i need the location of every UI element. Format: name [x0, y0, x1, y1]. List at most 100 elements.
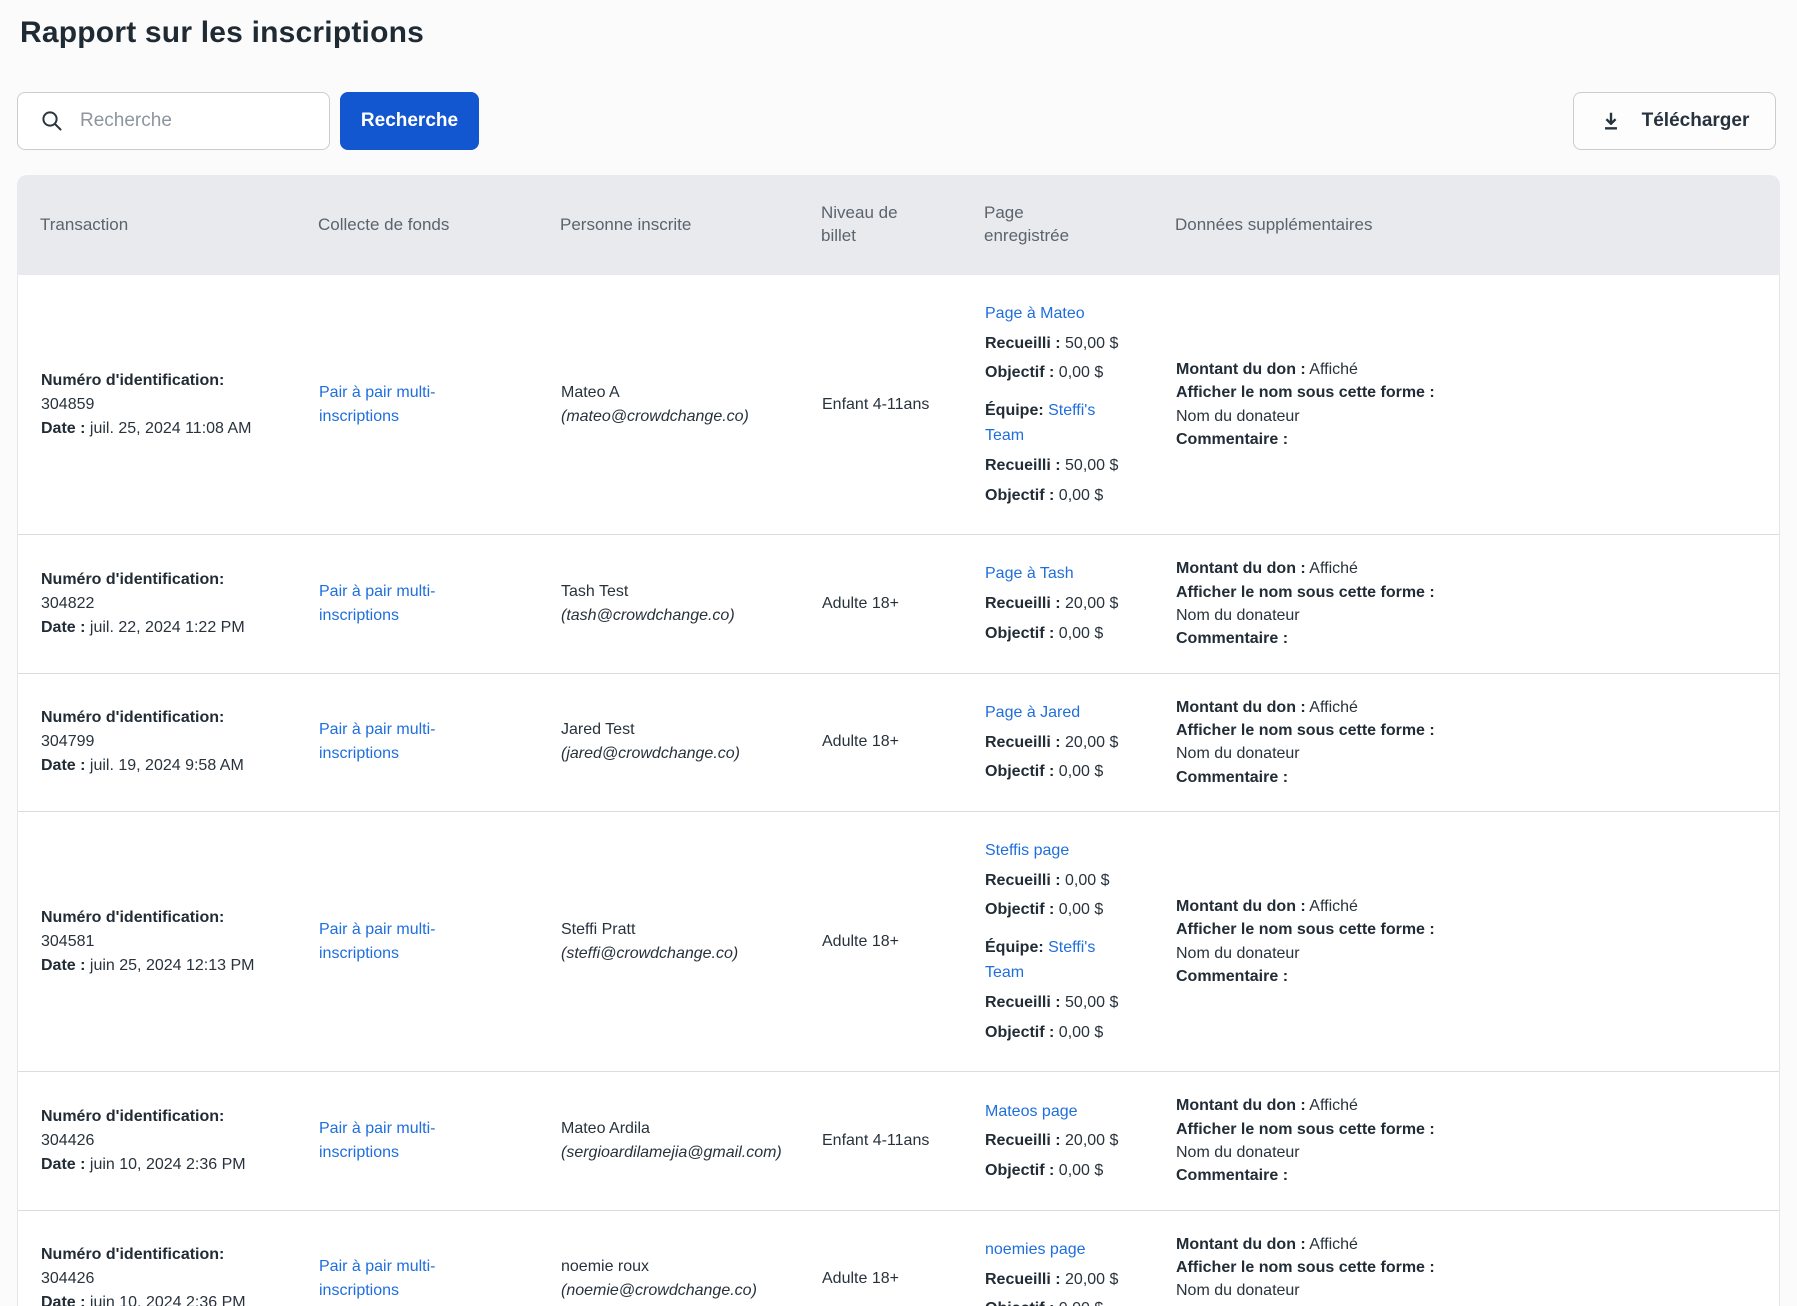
- display-name-label: Afficher le nom sous cette forme :: [1176, 722, 1435, 739]
- column-header-additional-data: Données supplémentaires: [1152, 214, 1482, 237]
- id-label: Numéro d'identification:: [41, 709, 224, 726]
- donation-amount-value: Affiché: [1309, 1236, 1358, 1253]
- registrant-cell: Mateo A (mateo@crowdchange.co): [538, 381, 799, 429]
- registered-page-link[interactable]: Page à Mateo: [985, 305, 1085, 322]
- ticket-level: Enfant 4-11ans: [822, 396, 929, 413]
- registrant-name: Mateo Ardila: [561, 1117, 775, 1141]
- ticket-level-cell: Enfant 4-11ans: [799, 1129, 962, 1153]
- id-label: Numéro d'identification:: [41, 909, 224, 926]
- fundraiser-cell: Pair à pair multi-inscriptions: [296, 1255, 538, 1303]
- registrant-email: (mateo@crowdchange.co): [561, 405, 775, 429]
- registered-page-link[interactable]: Mateos page: [985, 1103, 1078, 1120]
- additional-data-cell: Montant du don : Affiché Afficher le nom…: [1153, 358, 1483, 451]
- display-name-value: Nom du donateur: [1176, 607, 1300, 624]
- transaction-cell: Numéro d'identification: 304581 Date : j…: [18, 906, 296, 978]
- collected-label: Recueilli :: [985, 734, 1061, 751]
- collected-value: 20,00 $: [1065, 1271, 1118, 1288]
- fundraiser-link[interactable]: Pair à pair multi-inscriptions: [319, 1120, 435, 1161]
- date-label: Date :: [41, 757, 85, 774]
- goal-label: Objectif :: [985, 364, 1054, 381]
- id-label: Numéro d'identification:: [41, 372, 224, 389]
- collected-value: 20,00 $: [1065, 1132, 1118, 1149]
- registrant-email: (jared@crowdchange.co): [561, 742, 775, 766]
- team-label: Équipe:: [985, 402, 1044, 419]
- registrant-name: Jared Test: [561, 718, 775, 742]
- table-row: Numéro d'identification: 304426 Date : j…: [18, 1072, 1779, 1210]
- registered-page-cell: Mateos page Recueilli : 20,00 $ Objectif…: [962, 1095, 1153, 1188]
- goal-label: Objectif :: [985, 901, 1054, 918]
- registered-page-link[interactable]: Page à Jared: [985, 704, 1080, 721]
- fundraiser-link[interactable]: Pair à pair multi-inscriptions: [319, 583, 435, 624]
- team-collected-value: 50,00 $: [1065, 994, 1118, 1011]
- display-name-value: Nom du donateur: [1176, 745, 1300, 762]
- display-name-label: Afficher le nom sous cette forme :: [1176, 384, 1435, 401]
- registrant-cell: Mateo Ardila (sergioardilamejia@gmail.co…: [538, 1117, 799, 1165]
- goal-value: 0,00 $: [1059, 763, 1103, 780]
- goal-label: Objectif :: [985, 1300, 1054, 1306]
- transaction-date: juin 10, 2024 2:36 PM: [90, 1294, 246, 1306]
- search-button[interactable]: Recherche: [340, 92, 479, 150]
- column-header-registered-page: Page enregistrée: [961, 202, 1152, 248]
- search-input[interactable]: [80, 110, 315, 132]
- collected-value: 20,00 $: [1065, 595, 1118, 612]
- column-header-registrant: Personne inscrite: [537, 214, 798, 237]
- registered-page-cell: Page à Jared Recueilli : 20,00 $ Objecti…: [962, 696, 1153, 789]
- registered-page-link[interactable]: Page à Tash: [985, 565, 1074, 582]
- donation-amount-label: Montant du don :: [1176, 699, 1306, 716]
- team-collected-label: Recueilli :: [985, 457, 1061, 474]
- download-button[interactable]: Télécharger: [1573, 92, 1776, 150]
- registered-page-link[interactable]: Steffis page: [985, 842, 1069, 859]
- fundraiser-link[interactable]: Pair à pair multi-inscriptions: [319, 921, 435, 962]
- ticket-level-cell: Adulte 18+: [799, 930, 962, 954]
- date-label: Date :: [41, 619, 85, 636]
- team-goal-value: 0,00 $: [1059, 487, 1103, 504]
- donation-amount-value: Affiché: [1309, 361, 1358, 378]
- fundraiser-link[interactable]: Pair à pair multi-inscriptions: [319, 1258, 435, 1299]
- comment-label: Commentaire :: [1176, 630, 1288, 647]
- registrant-name: Tash Test: [561, 580, 775, 604]
- collected-label: Recueilli :: [985, 872, 1061, 889]
- fundraiser-link[interactable]: Pair à pair multi-inscriptions: [319, 721, 435, 762]
- column-header-ticket-level: Niveau de billet: [798, 202, 961, 248]
- donation-amount-label: Montant du don :: [1176, 560, 1306, 577]
- registrant-email: (noemie@crowdchange.co): [561, 1279, 775, 1303]
- transaction-id: 304426: [41, 1129, 272, 1153]
- page-title: Rapport sur les inscriptions: [17, 0, 1780, 50]
- date-label: Date :: [41, 1156, 85, 1173]
- collected-label: Recueilli :: [985, 1271, 1061, 1288]
- fundraiser-cell: Pair à pair multi-inscriptions: [296, 1117, 538, 1165]
- goal-label: Objectif :: [985, 763, 1054, 780]
- additional-data-cell: Montant du don : Affiché Afficher le nom…: [1153, 895, 1483, 988]
- team-label: Équipe:: [985, 939, 1044, 956]
- table-body: Numéro d'identification: 304859 Date : j…: [17, 275, 1780, 1306]
- goal-value: 0,00 $: [1059, 1162, 1103, 1179]
- registered-page-link[interactable]: noemies page: [985, 1241, 1086, 1258]
- team-goal-value: 0,00 $: [1059, 1024, 1103, 1041]
- download-button-label: Télécharger: [1642, 110, 1750, 132]
- fundraiser-cell: Pair à pair multi-inscriptions: [296, 580, 538, 628]
- display-name-label: Afficher le nom sous cette forme :: [1176, 921, 1435, 938]
- transaction-date: juil. 19, 2024 9:58 AM: [90, 757, 244, 774]
- donation-amount-label: Montant du don :: [1176, 361, 1306, 378]
- registered-page-cell: noemies page Recueilli : 20,00 $ Objecti…: [962, 1233, 1153, 1306]
- registrant-name: Steffi Pratt: [561, 918, 775, 942]
- download-icon: [1600, 110, 1622, 132]
- display-name-value: Nom du donateur: [1176, 945, 1300, 962]
- fundraiser-link[interactable]: Pair à pair multi-inscriptions: [319, 384, 435, 425]
- transaction-id: 304859: [41, 393, 272, 417]
- team-goal-label: Objectif :: [985, 487, 1054, 504]
- additional-data-cell: Montant du don : Affiché Afficher le nom…: [1153, 1233, 1483, 1306]
- team-goal-label: Objectif :: [985, 1024, 1054, 1041]
- ticket-level: Adulte 18+: [822, 1270, 899, 1287]
- ticket-level-cell: Adulte 18+: [799, 1267, 962, 1291]
- goal-value: 0,00 $: [1059, 1300, 1103, 1306]
- donation-amount-label: Montant du don :: [1176, 1097, 1306, 1114]
- ticket-level: Adulte 18+: [822, 733, 899, 750]
- additional-data-cell: Montant du don : Affiché Afficher le nom…: [1153, 557, 1483, 650]
- collected-value: 20,00 $: [1065, 734, 1118, 751]
- registrant-email: (steffi@crowdchange.co): [561, 942, 775, 966]
- ticket-level-cell: Adulte 18+: [799, 592, 962, 616]
- collected-label: Recueilli :: [985, 595, 1061, 612]
- fundraiser-cell: Pair à pair multi-inscriptions: [296, 918, 538, 966]
- table-row: Numéro d'identification: 304822 Date : j…: [18, 535, 1779, 673]
